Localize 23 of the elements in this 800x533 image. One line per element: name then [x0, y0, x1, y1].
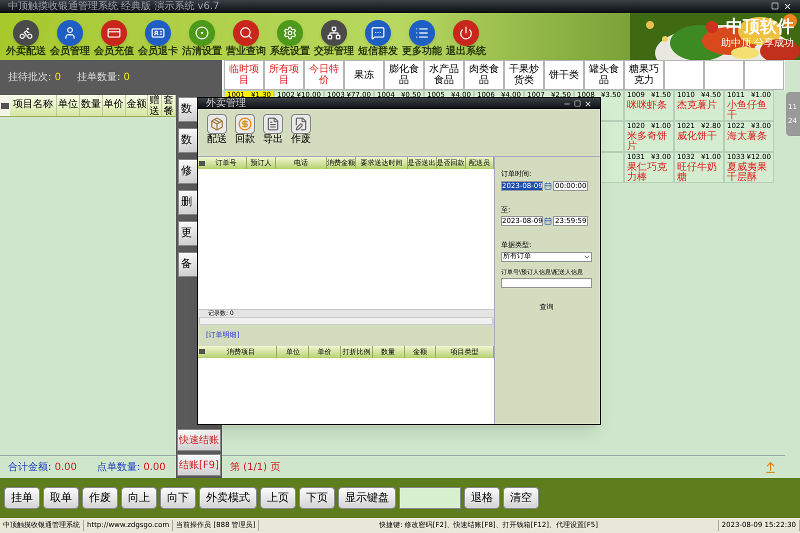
order-quantity: 点单数量: 0.00: [96, 460, 166, 474]
product-name: 小鱼仔鱼干: [727, 101, 768, 121]
product-name: 威化饼干: [677, 132, 718, 142]
product-name: 咪咪虾条: [627, 101, 668, 111]
column-header: 单位: [58, 98, 78, 112]
held-count: 挂单数量: 0: [76, 70, 130, 85]
product-name: 旺仔牛奶糖: [677, 163, 718, 183]
product-name: 米多奇饼片: [627, 132, 668, 152]
column-header: 套餐: [164, 95, 174, 116]
window-title: 中顶触摸收银通管理系统 经典版 演示系统 v6.7: [8, 2, 220, 12]
total-amount: 合计金额: 0.00: [8, 460, 77, 474]
product-name: 夏威夷果千层酥: [727, 163, 768, 183]
dialog-title: 外卖管理: [206, 98, 246, 108]
product-name: 海太薯条: [727, 132, 768, 142]
page-indicator: 第 (1/1) 页: [230, 460, 280, 474]
product-name: 杰克薯片: [677, 101, 718, 111]
column-header: 金额: [126, 98, 146, 112]
column-header: 数量: [80, 98, 101, 112]
product-name: 果仁巧克力棒: [627, 163, 668, 183]
pending-count: 挂待批次: 0: [8, 70, 61, 85]
column-header: 赠送: [150, 95, 160, 116]
column-header: 单价: [104, 98, 124, 112]
column-header: 项目名称: [13, 98, 54, 112]
